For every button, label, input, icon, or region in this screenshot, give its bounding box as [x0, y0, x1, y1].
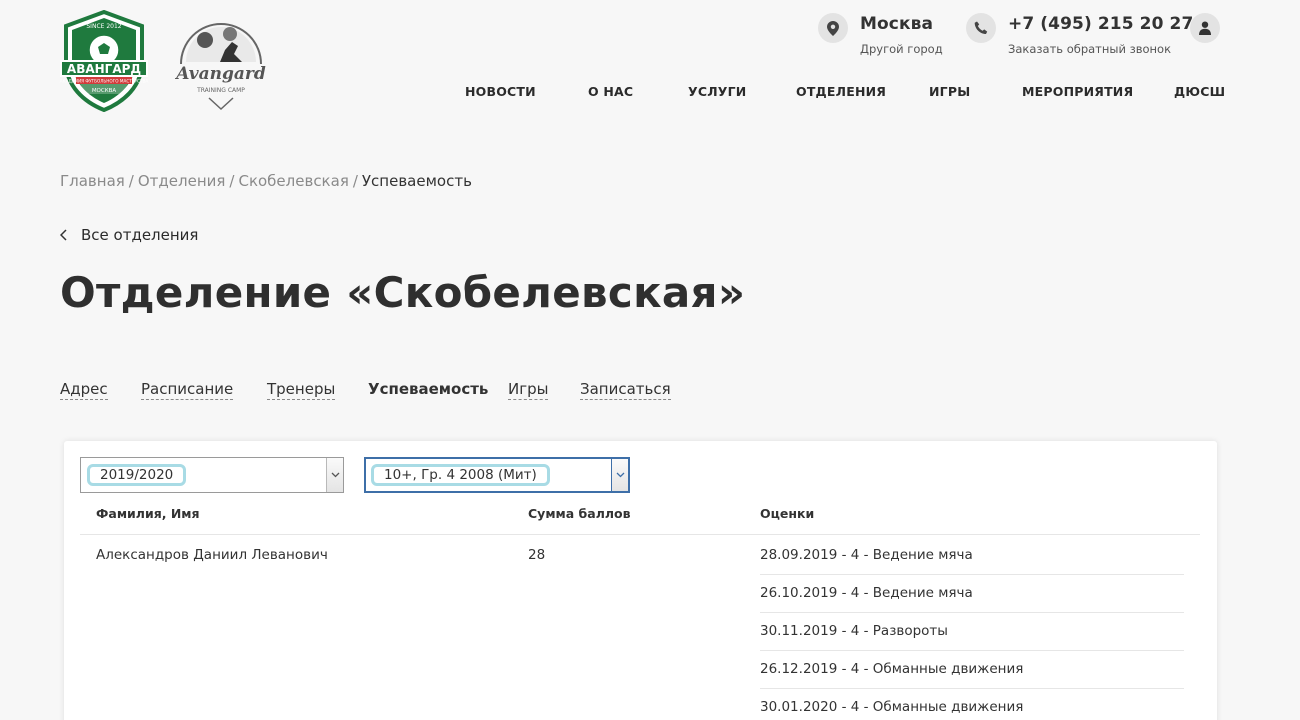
- grade-divider: [760, 612, 1184, 613]
- group-select[interactable]: 10+, Гр. 4 2008 (Мит): [364, 457, 630, 493]
- nav-news[interactable]: НОВОСТИ: [465, 84, 536, 99]
- grade-divider: [760, 650, 1184, 651]
- change-city-link[interactable]: Другой город: [860, 42, 943, 56]
- nav-about[interactable]: О НАС: [588, 84, 633, 99]
- avangard-logo[interactable]: SINCE 2012 АВАНГАРД АКАДЕМИЯ ФУТБОЛЬНОГО…: [58, 10, 150, 112]
- nav-games[interactable]: ИГРЫ: [929, 84, 970, 99]
- user-icon: [1199, 21, 1211, 35]
- svg-text:АКАДЕМИЯ ФУТБОЛЬНОГО МАСТЕРСТВ: АКАДЕМИЯ ФУТБОЛЬНОГО МАСТЕРСТВА: [60, 79, 149, 84]
- breadcrumb: Главная / Отделения / Скобелевская / Успеваемо…: [60, 172, 472, 190]
- breadcrumb-separator: /: [128, 172, 134, 190]
- user-account-button[interactable]: [1190, 13, 1220, 43]
- breadcrumb-home[interactable]: Главная: [60, 172, 125, 190]
- page-title: Отделение «Скобелевская»: [60, 268, 746, 317]
- season-select-value: 2019/2020: [87, 464, 187, 486]
- group-select-value: 10+, Гр. 4 2008 (Мит): [371, 464, 550, 486]
- breadcrumb-separator: /: [229, 172, 235, 190]
- chevron-down-icon[interactable]: [326, 458, 343, 492]
- tab-performance[interactable]: Успеваемость: [368, 380, 488, 399]
- tab-games[interactable]: Игры: [508, 380, 549, 400]
- table-header-divider: [80, 534, 1200, 535]
- grade-entry: 28.09.2019 - 4 - Ведение мяча: [760, 547, 973, 563]
- tab-address[interactable]: Адрес: [60, 380, 108, 400]
- nav-services[interactable]: УСЛУГИ: [688, 84, 746, 99]
- svg-text:Avangard: Avangard: [174, 64, 266, 84]
- city-selector[interactable]: Москва Другой город: [818, 13, 943, 56]
- grade-entry: 30.01.2020 - 4 - Обманные движения: [760, 699, 1024, 715]
- phone-contact[interactable]: +7 (495) 215 20 27 Заказать обратный зво…: [966, 13, 1193, 56]
- nav-departments[interactable]: ОТДЕЛЕНИЯ: [796, 84, 886, 99]
- grade-entry: 30.11.2019 - 4 - Развороты: [760, 623, 948, 639]
- location-pin-icon: [818, 13, 848, 43]
- back-link-label: Все отделения: [81, 226, 199, 244]
- grade-entry: 26.10.2019 - 4 - Ведение мяча: [760, 585, 973, 601]
- breadcrumb-skobelevskaya[interactable]: Скобелевская: [238, 172, 348, 190]
- performance-card: 2019/2020 10+, Гр. 4 2008 (Мит) Фамилия,…: [64, 441, 1217, 720]
- grade-divider: [760, 574, 1184, 575]
- nav-events[interactable]: МЕРОПРИЯТИЯ: [1022, 84, 1133, 99]
- student-score: 28: [528, 547, 546, 563]
- svg-text:МОСКВА: МОСКВА: [92, 88, 117, 94]
- season-select[interactable]: 2019/2020: [80, 457, 344, 493]
- city-name[interactable]: Москва: [860, 14, 943, 34]
- breadcrumb-departments[interactable]: Отделения: [138, 172, 226, 190]
- tab-coaches[interactable]: Тренеры: [267, 380, 336, 400]
- column-header-grades: Оценки: [760, 506, 815, 521]
- svg-text:TRAINING CAMP: TRAINING CAMP: [196, 87, 245, 94]
- all-departments-link[interactable]: Все отделения: [60, 226, 198, 244]
- phone-icon: [966, 13, 996, 43]
- column-header-name: Фамилия, Имя: [96, 506, 200, 521]
- svg-text:SINCE 2012: SINCE 2012: [86, 23, 121, 30]
- svg-text:АВАНГАРД: АВАНГАРД: [67, 62, 141, 76]
- chevron-left-icon: [60, 229, 67, 241]
- chevron-down-icon[interactable]: [611, 459, 628, 491]
- breadcrumb-current: Успеваемость: [361, 172, 472, 190]
- grade-divider: [760, 688, 1184, 689]
- training-camp-logo[interactable]: Avangard TRAINING CAMP: [168, 12, 274, 112]
- tab-schedule[interactable]: Расписание: [141, 380, 234, 400]
- column-header-score: Сумма баллов: [528, 506, 631, 521]
- phone-number[interactable]: +7 (495) 215 20 27: [1008, 14, 1193, 34]
- grade-entry: 26.12.2019 - 4 - Обманные движения: [760, 661, 1024, 677]
- nav-sports-school[interactable]: ДЮСШ: [1174, 84, 1225, 99]
- breadcrumb-separator: /: [352, 172, 358, 190]
- student-name: Александров Даниил Леванович: [96, 547, 328, 563]
- tab-signup[interactable]: Записаться: [580, 380, 671, 400]
- callback-link[interactable]: Заказать обратный звонок: [1008, 42, 1193, 56]
